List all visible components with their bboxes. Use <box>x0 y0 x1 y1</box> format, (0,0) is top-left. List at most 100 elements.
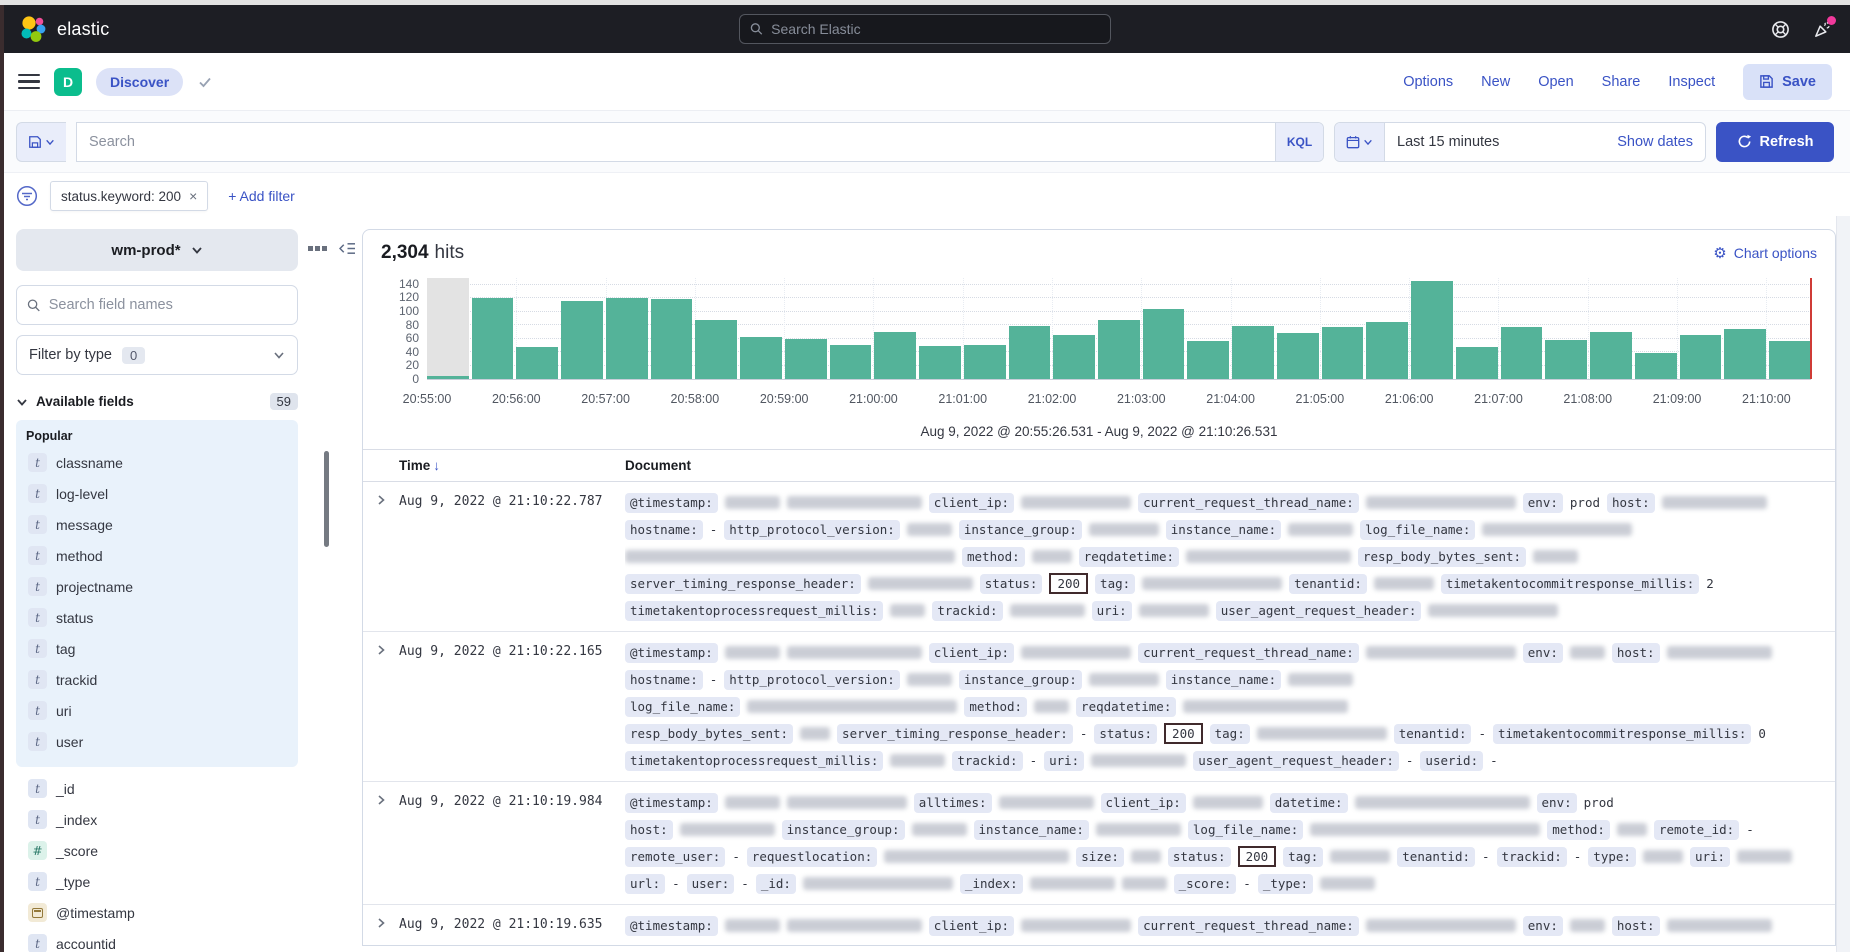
field-search-input[interactable] <box>49 297 287 313</box>
date-picker[interactable]: Last 15 minutes Show dates <box>1334 122 1706 162</box>
histogram-bar-21:03:00[interactable] <box>1143 278 1185 379</box>
filter-menu-icon[interactable] <box>16 185 38 207</box>
field-list-item-tag[interactable]: ttag <box>26 633 288 664</box>
window-scrollbar-track[interactable] <box>1836 216 1850 952</box>
field-list-item-_type[interactable]: t_type <box>26 866 288 897</box>
histogram-bar-20:59:00[interactable] <box>785 278 827 379</box>
new-link[interactable]: New <box>1481 74 1510 90</box>
field-list-item-uri[interactable]: turi <box>26 695 288 726</box>
menu-icon[interactable] <box>18 74 40 90</box>
histogram-bar-21:07:30[interactable] <box>1545 278 1587 379</box>
chart-options-button[interactable]: ⚙ Chart options <box>1713 244 1817 262</box>
histogram-bar-20:58:00[interactable] <box>695 278 737 379</box>
histogram-bar-21:05:30[interactable] <box>1366 278 1408 379</box>
histogram-bar-21:09:00[interactable] <box>1680 278 1722 379</box>
open-link[interactable]: Open <box>1538 74 1573 90</box>
options-link[interactable]: Options <box>1403 74 1453 90</box>
expand-row-icon[interactable] <box>363 639 399 774</box>
histogram-bar-21:04:30[interactable] <box>1277 278 1319 379</box>
x-axis-tick-label: 21:02:00 <box>1028 392 1077 406</box>
index-pattern-selector[interactable]: wm-prod* <box>16 229 298 271</box>
kql-search-field[interactable]: KQL <box>76 122 1324 162</box>
histogram-bar-21:09:30[interactable] <box>1724 278 1766 379</box>
discover-app-icon[interactable]: D <box>54 68 82 96</box>
row-document[interactable]: @timestamp:client_ip:current_request_thr… <box>625 489 1835 624</box>
collapse-sidebar-icon[interactable] <box>339 241 356 256</box>
histogram-bar-21:02:00[interactable] <box>1053 278 1095 379</box>
expand-row-icon[interactable] <box>363 912 399 939</box>
save-button[interactable]: Save <box>1743 64 1832 100</box>
boxes-horizontal-icon[interactable] <box>308 246 327 251</box>
histogram-bar-21:07:00[interactable] <box>1501 278 1543 379</box>
hits-histogram[interactable]: 020406080100120140 20:55:0020:56:0020:57… <box>379 270 1817 416</box>
field-list-item-accountid[interactable]: taccountid <box>26 928 288 952</box>
field-list-item-status[interactable]: tstatus <box>26 602 288 633</box>
field-list-item-@timestamp[interactable]: @timestamp <box>26 897 288 928</box>
histogram-bar-21:00:00[interactable] <box>874 278 916 379</box>
field-name-badge: server_timing_response_header: <box>625 574 861 594</box>
histogram-bar-20:57:30[interactable] <box>651 278 693 379</box>
refresh-button[interactable]: Refresh <box>1716 122 1834 162</box>
histogram-bar-20:56:00[interactable] <box>516 278 558 379</box>
expand-row-icon[interactable] <box>363 789 399 897</box>
row-document[interactable]: @timestamp:client_ip:current_request_thr… <box>625 639 1835 774</box>
histogram-bar-21:00:30[interactable] <box>919 278 961 379</box>
global-search[interactable] <box>739 14 1111 44</box>
histogram-bar-21:08:00[interactable] <box>1590 278 1632 379</box>
histogram-bar-20:57:00[interactable] <box>606 278 648 379</box>
sort-descending-icon[interactable]: ↓ <box>433 458 440 473</box>
available-fields-header[interactable]: Available fields 59 <box>16 393 298 410</box>
filter-pill-status-keyword-200[interactable]: status.keyword: 200 × <box>50 181 208 211</box>
histogram-bar-21:06:30[interactable] <box>1456 278 1498 379</box>
time-range-value[interactable]: Last 15 minutes <box>1385 134 1605 150</box>
histogram-bar-21:04:00[interactable] <box>1232 278 1274 379</box>
kql-language-button[interactable]: KQL <box>1275 123 1323 161</box>
histogram-bar-20:56:30[interactable] <box>561 278 603 379</box>
field-list-item-_index[interactable]: t_index <box>26 804 288 835</box>
histogram-bar-21:01:00[interactable] <box>964 278 1006 379</box>
histogram-bar-21:02:30[interactable] <box>1098 278 1140 379</box>
field-search[interactable] <box>16 285 298 325</box>
histogram-bar-20:55:00[interactable] <box>427 278 469 379</box>
remove-filter-icon[interactable]: × <box>189 188 197 204</box>
saved-query-menu-button[interactable] <box>16 122 66 162</box>
help-icon[interactable] <box>1770 19 1790 39</box>
histogram-bar-20:55:30[interactable] <box>472 278 514 379</box>
show-dates-link[interactable]: Show dates <box>1605 134 1705 150</box>
date-picker-calendar-button[interactable] <box>1335 123 1385 161</box>
histogram-bar-21:10:00[interactable] <box>1769 278 1811 379</box>
histogram-bar-20:58:30[interactable] <box>740 278 782 379</box>
add-filter-link[interactable]: + Add filter <box>228 188 295 204</box>
histogram-bar-21:01:30[interactable] <box>1009 278 1051 379</box>
field-list-item-user[interactable]: tuser <box>26 726 288 757</box>
field-list-item-_id[interactable]: t_id <box>26 773 288 804</box>
global-search-input[interactable] <box>771 21 1100 37</box>
breadcrumb[interactable]: Discover <box>96 68 183 96</box>
histogram-bar-21:05:00[interactable] <box>1322 278 1364 379</box>
field-list-item-classname[interactable]: tclassname <box>26 447 288 478</box>
histogram-bar-20:59:30[interactable] <box>830 278 872 379</box>
kql-search-input[interactable] <box>77 134 1275 150</box>
expand-row-icon[interactable] <box>363 489 399 624</box>
histogram-bar-21:08:30[interactable] <box>1635 278 1677 379</box>
whats-new-icon[interactable] <box>1812 19 1832 39</box>
field-list-item-message[interactable]: tmessage <box>26 509 288 540</box>
histogram-bar-21:06:00[interactable] <box>1411 278 1453 379</box>
field-list-item-method[interactable]: tmethod <box>26 540 288 571</box>
sidebar-scrollbar[interactable] <box>324 451 329 547</box>
row-timestamp: Aug 9, 2022 @ 21:10:19.635 <box>399 912 625 939</box>
filter-by-type-button[interactable]: Filter by type 0 <box>16 335 298 375</box>
field-list-item-_score[interactable]: #_score <box>26 835 288 866</box>
check-icon[interactable] <box>197 74 213 90</box>
share-link[interactable]: Share <box>1602 74 1641 90</box>
redacted-value <box>725 919 780 932</box>
field-list-item-trackid[interactable]: ttrackid <box>26 664 288 695</box>
row-document[interactable]: @timestamp:client_ip:current_request_thr… <box>625 912 1835 939</box>
elastic-logo[interactable]: elastic <box>18 14 109 44</box>
inspect-link[interactable]: Inspect <box>1668 74 1715 90</box>
field-list-item-projectname[interactable]: tprojectname <box>26 571 288 602</box>
histogram-bar-21:03:30[interactable] <box>1187 278 1229 379</box>
row-document[interactable]: @timestamp:alltimes:client_ip:datetime:e… <box>625 789 1835 897</box>
field-list-item-log-level[interactable]: tlog-level <box>26 478 288 509</box>
time-column-header[interactable]: Time↓ <box>399 458 625 473</box>
